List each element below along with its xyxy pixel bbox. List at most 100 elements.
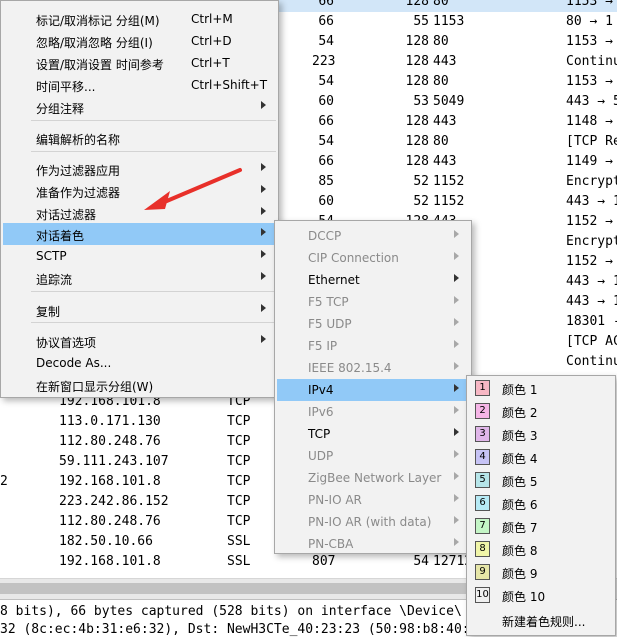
submenu-item-label: IEEE 802.15.4	[308, 361, 392, 375]
submenu-item-label: CIP Connection	[308, 251, 399, 265]
menu-item[interactable]: 时间平移... Ctrl+Shift+T	[3, 74, 276, 96]
submenu-arrow-icon	[454, 406, 459, 414]
packet-cell-info: 1152 →	[566, 254, 613, 269]
color-item[interactable]: 3 颜色 3	[469, 423, 613, 445]
detail-line-ethernet[interactable]: 32 (8c:ec:4b:31:e6:32), Dst: NewH3CTe_40…	[0, 622, 517, 637]
submenu-item-label: IPv4	[308, 383, 334, 397]
packet-cell-info: 1148 →	[566, 114, 613, 129]
color-item[interactable]: 6 颜色 6	[469, 492, 613, 514]
submenu-arrow-icon	[454, 516, 459, 524]
color-item[interactable]: 9 颜色 9	[469, 561, 613, 583]
color-item[interactable]: 7 颜色 7	[469, 515, 613, 537]
menu-item[interactable]: 忽略/取消忽略 分组(I) Ctrl+D	[3, 30, 276, 52]
packet-cell-port: 443	[433, 154, 457, 169]
packet-cell-proto: TCP	[227, 514, 251, 529]
menu-item[interactable]: 编辑解析的名称	[3, 127, 276, 149]
menu-item[interactable]: 复制	[3, 299, 276, 321]
submenu-arrow-icon	[454, 252, 459, 260]
submenu-item-label: PN-IO AR	[308, 493, 362, 507]
submenu-arrow-icon	[454, 494, 459, 502]
submenu-item: DCCP	[277, 225, 469, 247]
color-item-label: 颜色 5	[502, 475, 538, 489]
packet-cell-info: Encrypt	[566, 234, 617, 249]
color-item[interactable]: 2 颜色 2	[469, 400, 613, 422]
submenu-item[interactable]: IPv4	[277, 379, 469, 401]
submenu-item-label: PN-IO AR (with data)	[308, 515, 432, 529]
color-item[interactable]: 4 颜色 4	[469, 446, 613, 468]
menu-separator	[31, 322, 276, 323]
packet-cell-info: Encrypt	[566, 174, 617, 189]
color-item[interactable]: 8 颜色 8	[469, 538, 613, 560]
submenu-item: F5 IP	[277, 335, 469, 357]
packet-cell-len: 54	[318, 74, 334, 89]
menu-item[interactable]: 标记/取消标记 分组(M) Ctrl+M	[3, 8, 276, 30]
packet-cell-len: 807	[312, 554, 336, 569]
color-item[interactable]: 5 颜色 5	[469, 469, 613, 491]
submenu-item: UDP	[277, 445, 469, 467]
submenu-arrow-icon	[454, 274, 459, 282]
packet-cell-info: 443 → 1	[566, 194, 617, 209]
packet-cell-info: 1153 →	[566, 34, 613, 49]
menu-item[interactable]: 分组注释	[3, 96, 276, 118]
menu-item-label: Decode As...	[36, 356, 112, 370]
menu-item[interactable]: 协议首选项	[3, 330, 276, 352]
menu-item[interactable]: SCTP	[3, 245, 276, 267]
packet-cell-win: 128	[405, 34, 429, 49]
submenu-item-label: TCP	[308, 427, 331, 441]
new-coloring-rule-label: 新建着色规则...	[502, 615, 586, 629]
menu-item-label: 准备作为过滤器	[36, 186, 121, 200]
packet-cell-win: 128	[405, 134, 429, 149]
color-item[interactable]: 1 颜色 1	[469, 377, 613, 399]
submenu-arrow-icon	[454, 340, 459, 348]
packet-cell-src: 192.168.101.8	[59, 554, 161, 569]
packet-cell-win: 54	[413, 554, 429, 569]
packet-cell-len: 54	[318, 34, 334, 49]
detail-line-frame[interactable]: 8 bits), 66 bytes captured (528 bits) on…	[0, 604, 462, 619]
submenu-item: F5 TCP	[277, 291, 469, 313]
color-choice-submenu: 1 颜色 1 2 颜色 2 3 颜色 3 4 颜色 4 5 颜色 5 6 颜色 6 7 颜色 7 8 颜色 8…	[466, 375, 616, 636]
color-swatch-icon: 5	[475, 472, 490, 488]
annotation-arrow-head	[144, 191, 170, 210]
packet-cell-src: 223.242.86.152	[59, 494, 169, 509]
submenu-arrow-icon	[261, 228, 266, 236]
packet-cell-proto: TCP	[227, 414, 251, 429]
color-item[interactable]: 10 颜色 10	[469, 584, 613, 606]
menu-item-label: 在新窗口显示分组(W)	[36, 380, 154, 394]
menu-item[interactable]: 追踪流	[3, 267, 276, 289]
color-swatch-icon: 3	[475, 426, 490, 442]
packet-cell-port: 5049	[433, 94, 465, 109]
submenu-arrow-icon	[261, 250, 266, 258]
submenu-item[interactable]: Ethernet	[277, 269, 469, 291]
scrollbar-thumb[interactable]	[0, 583, 520, 594]
menu-item-label: 分组注释	[36, 102, 85, 116]
packet-cell-proto: TCP	[227, 474, 251, 489]
packet-cell-win: 128	[405, 74, 429, 89]
color-swatch-icon: 1	[475, 380, 490, 396]
packet-cell-info: 443 → 1	[566, 274, 617, 289]
menu-item[interactable]: 在新窗口显示分组(W)	[3, 374, 276, 396]
packet-cell-src: 192.168.101.8	[59, 474, 161, 489]
submenu-arrow-icon	[454, 428, 459, 436]
submenu-item[interactable]: TCP	[277, 423, 469, 445]
submenu-arrow-icon	[261, 304, 266, 312]
packet-cell-win: 128	[405, 54, 429, 69]
menu-separator	[31, 151, 276, 152]
submenu-item: PN-IO AR (with data)	[277, 511, 469, 533]
submenu-item-label: F5 UDP	[308, 317, 352, 331]
menu-item[interactable]: 设置/取消设置 时间参考 Ctrl+T	[3, 52, 276, 74]
color-item-label: 颜色 10	[502, 590, 546, 604]
color-item-label: 颜色 6	[502, 498, 538, 512]
menu-item-shortcut: Ctrl+D	[191, 34, 232, 48]
submenu-item-label: UDP	[308, 449, 334, 463]
new-coloring-rule-item[interactable]: 新建着色规则...	[469, 609, 613, 631]
packet-cell-src: 113.0.171.130	[59, 414, 161, 429]
menu-item-label: 复制	[36, 305, 61, 319]
packet-cell-len: 60	[318, 194, 334, 209]
submenu-item-label: Ethernet	[308, 273, 360, 287]
menu-item[interactable]: Decode As...	[3, 352, 276, 374]
submenu-arrow-icon	[454, 296, 459, 304]
menu-item[interactable]: 对话着色	[3, 223, 276, 245]
submenu-item: CIP Connection	[277, 247, 469, 269]
menu-item-shortcut: Ctrl+M	[191, 12, 233, 26]
packet-cell-proto: SSL	[227, 554, 251, 569]
